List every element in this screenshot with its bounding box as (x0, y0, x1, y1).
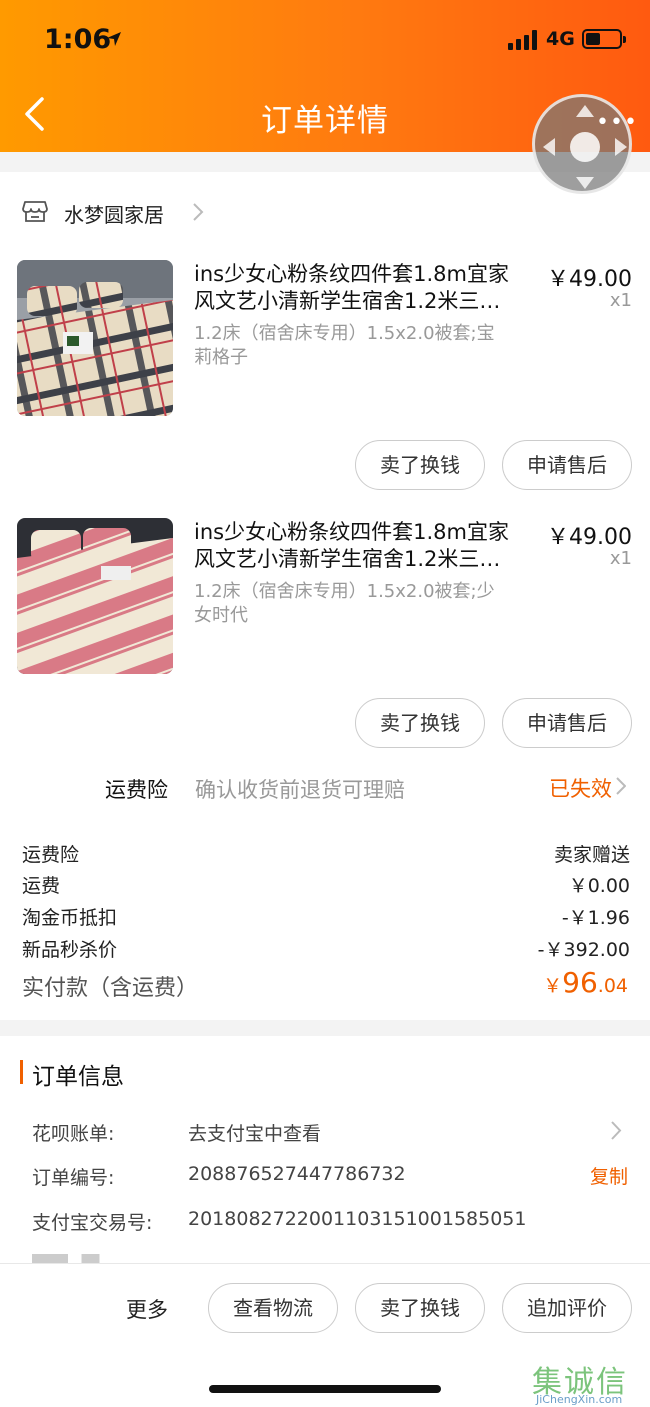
fee-row: 新品秒杀价 -￥392.00 (22, 935, 630, 963)
product-image[interactable] (17, 518, 173, 674)
shipping-insurance-status[interactable]: 已失效 (549, 773, 612, 803)
fee-value: -￥1.96 (561, 907, 630, 929)
paid-label: 实付款（含运费） (22, 976, 199, 1001)
item-sku: 1.2床（宿舍床专用）1.5x2.0被套;少 女时代 (194, 580, 534, 628)
fee-key: 运费 (22, 875, 61, 897)
fee-value: -￥392.00 (537, 939, 630, 961)
after-sale-button[interactable]: 申请售后 (502, 440, 632, 490)
info-value[interactable]: 去支付宝中查看 (188, 1119, 321, 1146)
fee-value: 卖家赠送 (553, 844, 630, 866)
sell-button[interactable]: 卖了换钱 (355, 440, 485, 490)
status-time: 1:06 (44, 24, 112, 55)
shop-name[interactable]: 水梦圆家居 (64, 199, 164, 228)
section-accent-bar (20, 1060, 23, 1084)
signal-icon (508, 30, 540, 50)
fee-key: 淘金币抵扣 (22, 907, 118, 929)
item-price: ￥49.00 (547, 267, 632, 292)
battery-icon (582, 29, 626, 49)
item-title-line: 风文艺小清新学生宿舍1.2米三… (194, 289, 501, 313)
fee-row: 运费 ￥0.00 (22, 871, 630, 899)
item-sku-line: 1.2床（宿舍床专用）1.5x2.0被套;少 (194, 581, 495, 602)
paid-amount: ￥96.04 (543, 966, 628, 999)
shipping-insurance-label: 运费险 (105, 778, 168, 802)
location-arrow-icon (107, 32, 121, 46)
more-menu-button[interactable]: ••• (596, 110, 638, 135)
add-review-button[interactable]: 追加评价 (502, 1283, 632, 1333)
item-sku: 1.2床（宿舍床专用）1.5x2.0被套;宝 莉格子 (194, 322, 534, 370)
watermark: 集诚信 JiChengXin.com (532, 1357, 650, 1407)
sell-button[interactable]: 卖了换钱 (355, 1283, 485, 1333)
sell-button[interactable]: 卖了换钱 (355, 698, 485, 748)
item-title-line: ins少女心粉条纹四件套1.8m宜家 (194, 520, 509, 544)
info-key: 花呗账单: (32, 1123, 115, 1145)
item-title-line: 风文艺小清新学生宿舍1.2米三… (194, 547, 501, 571)
item-price: ￥49.00 (547, 525, 632, 550)
fee-row: 淘金币抵扣 -￥1.96 (22, 903, 630, 931)
fee-row: 运费险 卖家赠送 (22, 840, 630, 868)
shop-icon (22, 201, 48, 222)
fee-key: 新品秒杀价 (22, 939, 118, 961)
fee-key: 运费险 (22, 844, 80, 866)
bottom-action-bar: 更多 查看物流 卖了换钱 追加评价 集诚信 JiChengXin.com (0, 1263, 650, 1407)
product-image[interactable] (17, 260, 173, 416)
chevron-right-icon[interactable] (611, 1121, 622, 1140)
more-button[interactable]: 更多 (126, 1294, 168, 1324)
item-title[interactable]: ins少女心粉条纹四件套1.8m宜家 风文艺小清新学生宿舍1.2米三… (194, 519, 534, 573)
item-sku-line: 莉格子 (194, 347, 248, 368)
paid-integer: 96 (562, 966, 598, 999)
shipping-insurance-desc: 确认收货前退货可理赔 (195, 778, 405, 802)
fee-value: ￥0.00 (568, 875, 630, 897)
chevron-right-icon[interactable] (616, 777, 626, 795)
after-sale-button[interactable]: 申请售后 (502, 698, 632, 748)
item-sku-line: 女时代 (194, 605, 248, 626)
section-divider (0, 1020, 650, 1036)
home-indicator[interactable] (209, 1385, 441, 1393)
paid-decimal: .04 (597, 975, 628, 997)
info-key: 支付宝交易号: (32, 1212, 153, 1234)
order-info-title: 订单信息 (32, 1064, 124, 1090)
item-qty: x1 (609, 290, 632, 311)
item-sku-line: 1.2床（宿舍床专用）1.5x2.0被套;宝 (194, 323, 495, 344)
item-title-line: ins少女心粉条纹四件套1.8m宜家 (194, 262, 509, 286)
float-control-icon[interactable] (532, 94, 632, 194)
info-value: 2018082722001103151001585051 (188, 1208, 527, 1230)
info-key: 订单编号: (32, 1167, 115, 1189)
copy-button[interactable]: 复制 (590, 1162, 628, 1189)
info-value: 208876527447786732 (188, 1163, 406, 1185)
chevron-right-icon (193, 203, 204, 221)
network-label: 4G (546, 28, 575, 50)
view-logistics-button[interactable]: 查看物流 (208, 1283, 338, 1333)
item-qty: x1 (609, 548, 632, 569)
item-title[interactable]: ins少女心粉条纹四件套1.8m宜家 风文艺小清新学生宿舍1.2米三… (194, 261, 534, 315)
paid-currency: ￥ (543, 975, 563, 997)
watermark-url: JiChengXin.com (536, 1393, 623, 1406)
